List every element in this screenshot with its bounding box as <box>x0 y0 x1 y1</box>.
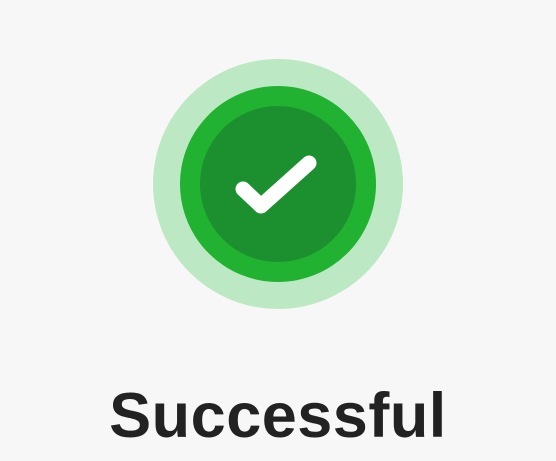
check-circle-icon <box>153 59 403 309</box>
success-badge <box>153 59 403 309</box>
success-title: Successful <box>109 381 447 451</box>
